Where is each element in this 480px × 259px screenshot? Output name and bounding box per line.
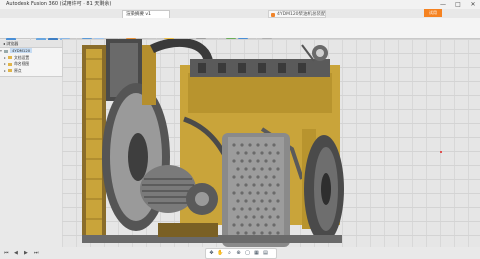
pan-icon[interactable]: ✋ [217, 250, 224, 257]
navigation-bar: ✥ ✋ ⌕ ⊕ ▢ ▦ ▤ [205, 248, 277, 259]
timeline-first-icon[interactable]: ⏮ [4, 250, 9, 257]
browser-item-label: 命名视图 [14, 61, 30, 66]
window-title: Autodesk Fusion 360 (试用许可 · 81 天剩余) [6, 1, 112, 7]
cylinder-head [188, 73, 332, 113]
document-tab-active[interactable]: 渲染摘要 v1 [122, 10, 170, 18]
yellow-bracket [142, 45, 156, 105]
timeline-controls: ⏮ ◀ ▶ ⏭ [0, 249, 200, 258]
fit-icon[interactable]: ⊕ [235, 250, 242, 257]
radiator-core [86, 49, 102, 237]
fan-hub [128, 133, 148, 181]
browser-item-label: 文档设置 [14, 54, 30, 60]
browser-item-label: 4YDM120 [10, 48, 33, 53]
grid-icon[interactable]: ▦ [253, 250, 260, 257]
document-icon [271, 13, 275, 17]
folder-icon [8, 56, 12, 59]
minimize-button[interactable]: — [436, 0, 450, 9]
visibility-icon[interactable] [4, 49, 8, 53]
oil-pan [158, 223, 218, 237]
folder-icon [8, 69, 12, 72]
browser-item-origin[interactable]: ▸ 原点 [0, 68, 62, 75]
3d-viewport[interactable] [62, 37, 480, 247]
display-mode-icon[interactable]: ▢ [244, 250, 251, 257]
close-button[interactable]: ✕ [466, 0, 480, 9]
maximize-button[interactable]: □ [451, 0, 465, 9]
origin-marker [440, 151, 442, 153]
document-tab-secondary[interactable]: 4YDM120柴油机总装配 [268, 10, 326, 18]
document-tab-label-2: 4YDM120柴油机总装配 [277, 12, 326, 17]
timeline-last-icon[interactable]: ⏭ [34, 250, 39, 257]
viewports-icon[interactable]: ▤ [262, 250, 269, 257]
timeline-play-icon[interactable]: ▶ [24, 250, 28, 257]
engine-model [82, 37, 344, 247]
browser-header[interactable]: ◂ 浏览器 [0, 40, 62, 48]
ribbon-toolbar: 设计 ▾ 创建 ▾ 修改 ▾ 装配 ▾ 构造 ▾ 检验 ▾ 插入 ▾ 选择 ▾ [0, 18, 480, 53]
timeline-back-icon[interactable]: ◀ [14, 250, 18, 257]
browser-item-label: 原点 [14, 67, 22, 73]
document-tab-label: 渲染摘要 v1 [126, 12, 151, 17]
browser-panel: ◂ 浏览器 ▾ 4YDM120 ▸ 文档设置 ▸ 命名视图 ▸ 原点 [0, 40, 63, 77]
trial-badge[interactable]: 试用 [424, 9, 442, 17]
orbit-icon[interactable]: ✥ [208, 250, 215, 257]
folder-icon [8, 62, 12, 66]
zoom-icon[interactable]: ⌕ [226, 250, 233, 257]
